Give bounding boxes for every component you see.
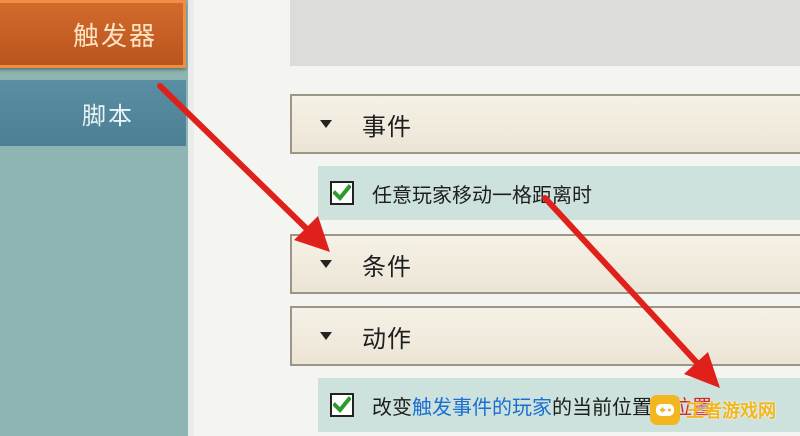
watermark: 王者游戏网 xyxy=(650,390,800,430)
checkmark-icon xyxy=(333,184,351,201)
tab-script-label: 脚本 xyxy=(82,101,134,130)
list-item-event[interactable]: 任意玩家移动一格距离时 xyxy=(318,166,800,220)
action-highlight-player[interactable]: 触发事件的玩家 xyxy=(412,395,552,419)
event-item-text: 任意玩家移动一格距离时 xyxy=(372,182,592,207)
sidebar-divider xyxy=(188,0,194,436)
trigger-editor: 事件 任意玩家移动一格距离时 条件 动作 改变触发事件的玩家的当前位置到位置 xyxy=(290,0,800,436)
caret-down-icon xyxy=(320,120,332,128)
event-checkbox[interactable] xyxy=(330,181,354,205)
section-header-condition[interactable]: 条件 xyxy=(290,234,800,294)
checkmark-icon xyxy=(333,396,351,413)
tab-script[interactable]: 脚本 xyxy=(0,80,186,146)
section-title-action: 动作 xyxy=(362,324,412,353)
caret-down-icon xyxy=(320,260,332,268)
section-header-event[interactable]: 事件 xyxy=(290,94,800,154)
gamepad-icon xyxy=(650,395,680,425)
action-text-prefix: 改变 xyxy=(372,394,412,419)
tab-trigger[interactable]: 触发器 xyxy=(0,0,186,68)
caret-down-icon xyxy=(320,332,332,340)
section-header-action[interactable]: 动作 xyxy=(290,306,800,366)
watermark-text: 王者游戏网 xyxy=(686,401,776,422)
section-title-condition: 条件 xyxy=(362,252,412,281)
tab-trigger-label: 触发器 xyxy=(72,21,157,52)
section-title-event: 事件 xyxy=(362,112,412,141)
action-checkbox[interactable] xyxy=(330,393,354,417)
